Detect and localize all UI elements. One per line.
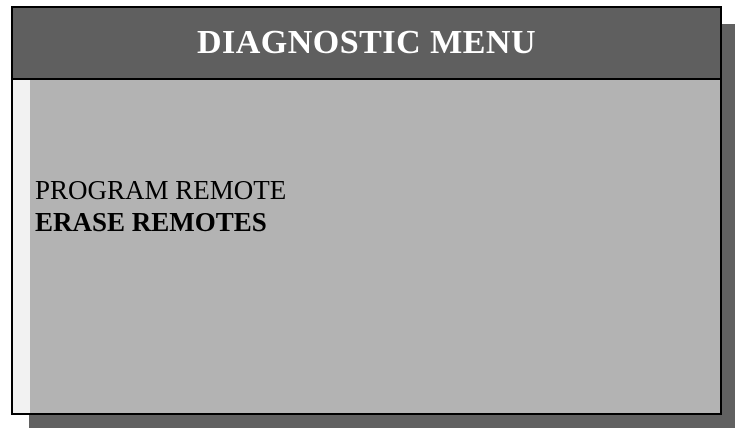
menu-item-erase-remotes[interactable]: ERASE REMOTES [35,206,286,238]
menu-item-program-remote[interactable]: PROGRAM REMOTE [35,174,286,206]
page-title: DIAGNOSTIC MENU [196,24,537,61]
diagnostic-screen: DIAGNOSTIC MENU PROGRAM REMOTE ERASE REM… [11,6,722,415]
diagnostic-menu-list: PROGRAM REMOTE ERASE REMOTES [35,174,286,238]
left-strip [13,80,30,413]
title-bar: DIAGNOSTIC MENU [13,8,720,80]
